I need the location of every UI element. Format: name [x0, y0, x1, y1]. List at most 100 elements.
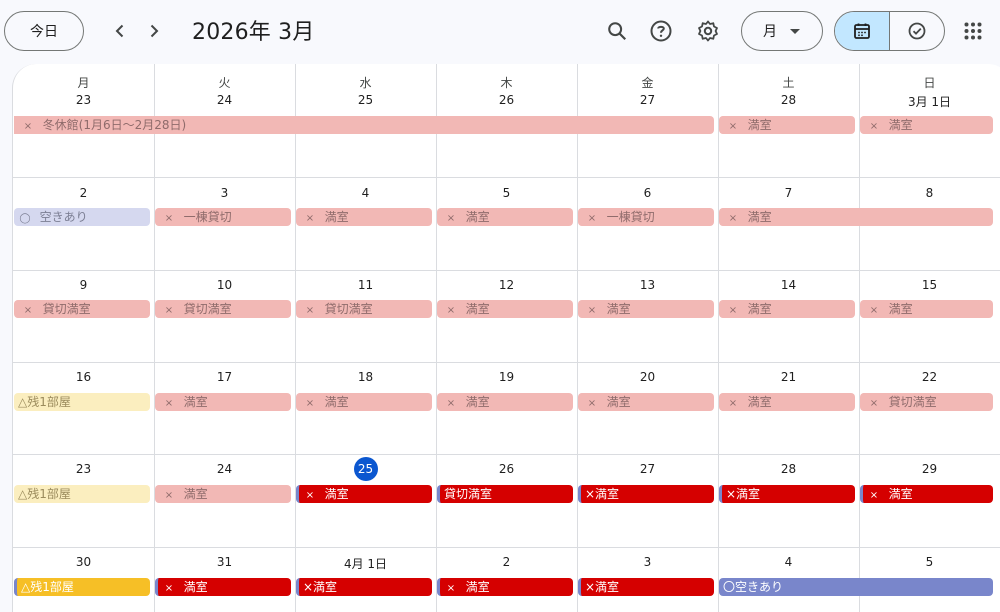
help-button[interactable] [645, 15, 677, 47]
event-chip[interactable]: × 満室 [578, 393, 714, 411]
event-title: 満室 [324, 395, 349, 409]
search-button[interactable] [601, 15, 633, 47]
day-number[interactable]: 6 [577, 186, 718, 200]
tasks-view-button[interactable] [889, 12, 944, 50]
day-number[interactable]: 12 [436, 278, 577, 292]
calendar-view-button[interactable] [835, 12, 889, 50]
event-chip[interactable]: × 満室 [437, 208, 573, 226]
day-number[interactable]: 24 [154, 462, 295, 476]
event-chip[interactable]: × 満室 [437, 578, 573, 596]
day-number[interactable]: 27 [577, 93, 718, 107]
event-chip[interactable]: 〇空きあり [719, 578, 993, 596]
event-chip[interactable]: × 一棟貸切 [155, 208, 291, 226]
day-number[interactable]: 24 [154, 93, 295, 107]
day-number[interactable]: 10 [154, 278, 295, 292]
day-number[interactable]: 4 [295, 186, 436, 200]
next-month-button[interactable] [138, 15, 170, 47]
event-chip[interactable]: × 満室 [155, 485, 291, 503]
event-chip[interactable]: 貸切満室 [437, 485, 573, 503]
event-chip[interactable]: △残1部屋 [14, 578, 150, 596]
day-number[interactable]: 26 [436, 93, 577, 107]
event-chip[interactable]: × 満室 [719, 116, 855, 134]
day-number-label: 25 [357, 93, 374, 107]
event-chip[interactable]: ×満室 [578, 485, 714, 503]
day-number[interactable]: 3 [154, 186, 295, 200]
event-chip[interactable]: × 満室 [860, 300, 993, 318]
event-chip[interactable]: × 満室 [860, 116, 993, 134]
event-chip[interactable]: × 満室 [719, 393, 855, 411]
day-number[interactable]: 26 [436, 462, 577, 476]
day-number[interactable]: 21 [718, 370, 859, 384]
apps-grid-icon [964, 22, 982, 40]
day-number[interactable]: 17 [154, 370, 295, 384]
day-number[interactable]: 5 [436, 186, 577, 200]
day-number-label: 21 [780, 370, 797, 384]
day-number[interactable]: 28 [718, 462, 859, 476]
settings-button[interactable] [692, 15, 724, 47]
weekday-header: 日 [923, 76, 936, 90]
day-number[interactable]: 29 [859, 462, 1000, 476]
event-chip[interactable]: × 貸切満室 [296, 300, 432, 318]
event-chip[interactable]: × 満室 [296, 485, 432, 503]
day-number[interactable]: 19 [436, 370, 577, 384]
day-number[interactable]: 4月 1日 [295, 555, 436, 572]
event-chip[interactable]: × 一棟貸切 [578, 208, 714, 226]
event-chip[interactable]: ×満室 [296, 578, 432, 596]
day-number[interactable]: 31 [154, 555, 295, 569]
event-chip[interactable]: × 満室 [155, 393, 291, 411]
event-chip[interactable]: × 貸切満室 [14, 300, 150, 318]
day-number[interactable]: 20 [577, 370, 718, 384]
day-number[interactable]: 14 [718, 278, 859, 292]
event-chip[interactable]: × 貸切満室 [155, 300, 291, 318]
event-title: 貸切満室 [324, 302, 373, 316]
day-number[interactable]: 16 [13, 370, 154, 384]
event-chip[interactable]: ◯ 空きあり [14, 208, 150, 226]
day-number[interactable]: 23 [13, 462, 154, 476]
day-number[interactable]: 23 [13, 93, 154, 107]
day-number[interactable]: 7 [718, 186, 859, 200]
event-chip[interactable]: × 満室 [578, 300, 714, 318]
event-chip[interactable]: × 冬休館(1月6日〜2月28日) [14, 116, 714, 134]
today-date[interactable]: 25 [295, 457, 436, 481]
day-number[interactable]: 9 [13, 278, 154, 292]
event-title: 満室 [324, 487, 349, 501]
event-chip[interactable]: × 満室 [296, 393, 432, 411]
day-number[interactable]: 8 [859, 186, 1000, 200]
day-number[interactable]: 4 [718, 555, 859, 569]
day-number[interactable]: 11 [295, 278, 436, 292]
event-chip[interactable]: × 満室 [437, 300, 573, 318]
apps-button[interactable] [958, 16, 988, 46]
event-chip[interactable]: × 満室 [155, 578, 291, 596]
event-chip[interactable]: △残1部屋 [14, 393, 150, 411]
today-button[interactable]: 今日 [4, 11, 84, 51]
day-number[interactable]: 2 [436, 555, 577, 569]
event-chip[interactable]: × 満室 [719, 300, 855, 318]
event-chip[interactable]: ×満室 [578, 578, 714, 596]
event-chip[interactable]: ×満室 [719, 485, 855, 503]
event-chip[interactable]: × 満室 [719, 208, 993, 226]
event-chip[interactable]: × 満室 [860, 485, 993, 503]
day-number[interactable]: 30 [13, 555, 154, 569]
event-chip[interactable]: △残1部屋 [14, 485, 150, 503]
day-number[interactable]: 22 [859, 370, 1000, 384]
view-selector[interactable]: 月 [741, 11, 823, 51]
day-number[interactable]: 15 [859, 278, 1000, 292]
day-number[interactable]: 13 [577, 278, 718, 292]
day-number[interactable]: 28 [718, 93, 859, 107]
day-number[interactable]: 27 [577, 462, 718, 476]
day-number[interactable]: 3 [577, 555, 718, 569]
search-icon [608, 22, 627, 41]
day-number[interactable]: 2 [13, 186, 154, 200]
day-number[interactable]: 18 [295, 370, 436, 384]
day-number-label: 17 [216, 370, 233, 384]
day-number[interactable]: 25 [295, 93, 436, 107]
previous-month-button[interactable] [104, 15, 136, 47]
day-number-label: 9 [79, 278, 88, 292]
day-number-label: 24 [216, 462, 233, 476]
event-chip[interactable]: × 満室 [437, 393, 573, 411]
page-title: 2026年 3月 [192, 20, 315, 45]
event-chip[interactable]: × 貸切満室 [860, 393, 993, 411]
event-chip[interactable]: × 満室 [296, 208, 432, 226]
day-number[interactable]: 3月 1日 [859, 93, 1000, 110]
day-number[interactable]: 5 [859, 555, 1000, 569]
